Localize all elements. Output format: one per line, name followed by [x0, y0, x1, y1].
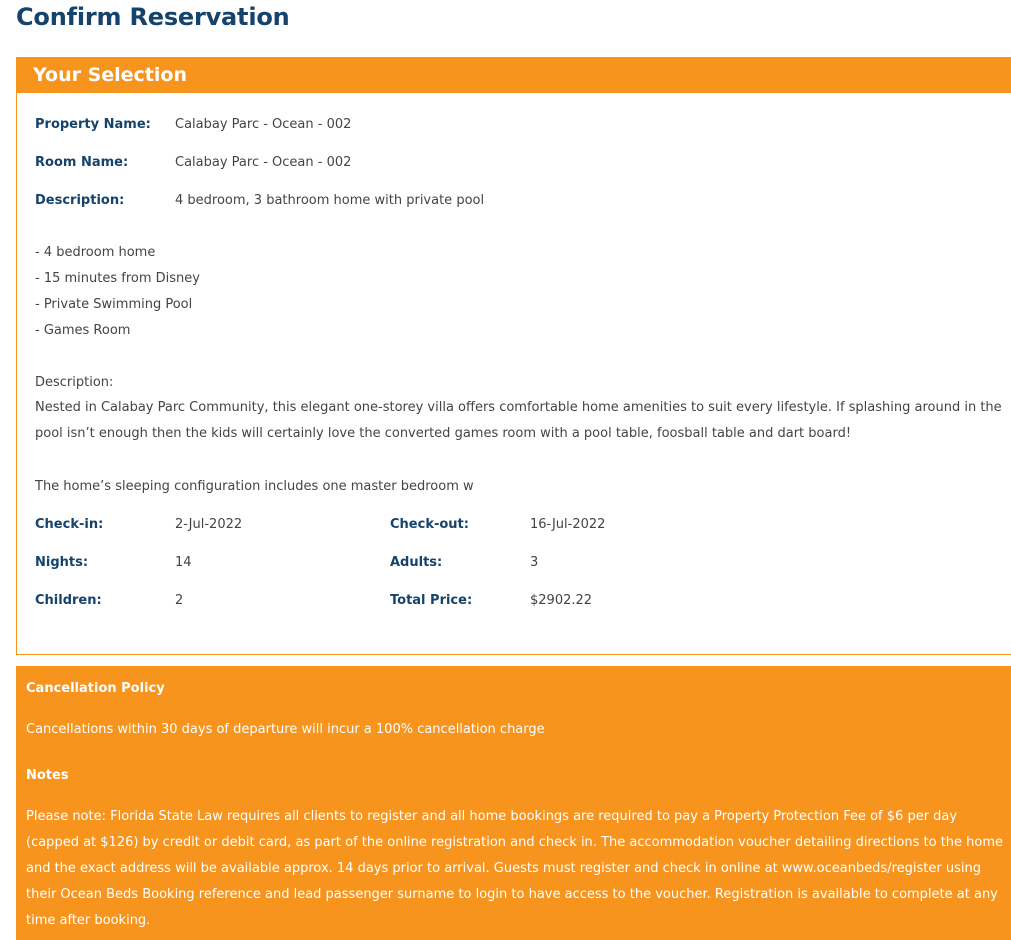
children-value: 2: [175, 593, 184, 608]
nights-label: Nights:: [35, 555, 89, 570]
total-price-label: Total Price:: [390, 593, 473, 608]
policy-panel: Cancellation Policy Cancellations within…: [16, 666, 1011, 940]
total-price-value: $2902.22: [530, 593, 593, 608]
cancellation-policy-text: Cancellations within 30 days of departur…: [26, 722, 545, 737]
long-description-text: Nested in Calabay Parc Community, this e…: [35, 400, 1002, 441]
selection-panel: Your Selection Property Name: Calabay Pa…: [16, 57, 1011, 655]
feature-item: - 4 bedroom home: [35, 245, 156, 260]
cancellation-policy-heading: Cancellation Policy: [26, 681, 165, 696]
checkout-label: Check-out:: [390, 517, 469, 532]
description-label: Description:: [35, 193, 125, 208]
notes-heading: Notes: [26, 768, 69, 783]
room-name-label: Room Name:: [35, 155, 129, 170]
property-name-value: Calabay Parc - Ocean - 002: [175, 117, 352, 132]
notes-text: Please note: Florida State Law requires …: [26, 809, 1004, 928]
page-title: Confirm Reservation: [16, 3, 290, 31]
nights-value: 14: [175, 555, 192, 570]
checkin-label: Check-in:: [35, 517, 104, 532]
adults-label: Adults:: [390, 555, 443, 570]
feature-item: - 15 minutes from Disney: [35, 271, 200, 286]
sleeping-config-text: The home’s sleeping configuration includ…: [35, 479, 474, 494]
checkin-value: 2-Jul-2022: [175, 517, 243, 532]
feature-item: - Private Swimming Pool: [35, 297, 193, 312]
room-name-value: Calabay Parc - Ocean - 002: [175, 155, 352, 170]
feature-item: - Games Room: [35, 323, 131, 338]
description-value: 4 bedroom, 3 bathroom home with private …: [175, 193, 485, 208]
adults-value: 3: [530, 555, 539, 570]
selection-header: Your Selection: [17, 58, 1011, 93]
children-label: Children:: [35, 593, 102, 608]
long-description-label: Description:: [35, 375, 114, 390]
property-name-label: Property Name:: [35, 117, 151, 132]
checkout-value: 16-Jul-2022: [530, 517, 606, 532]
